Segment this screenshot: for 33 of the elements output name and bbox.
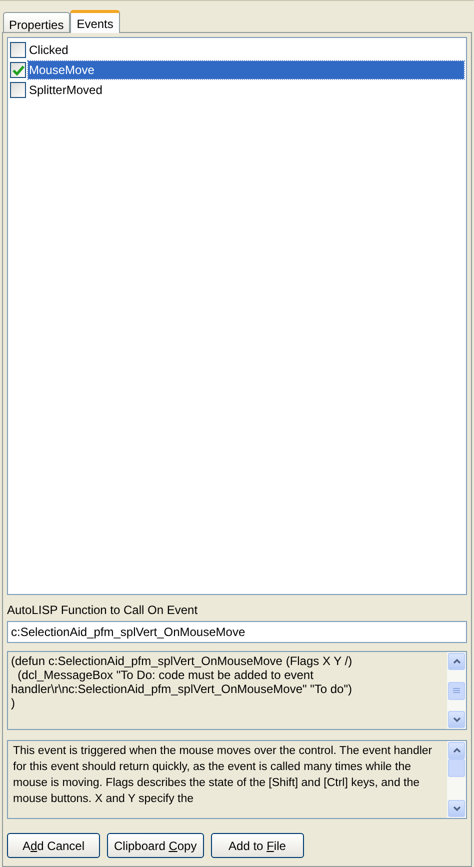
action-button[interactable]: Clipboard Copy bbox=[107, 833, 204, 858]
event-label: Clicked bbox=[28, 42, 70, 59]
scroll-down-button[interactable] bbox=[448, 711, 465, 728]
scroll-thumb[interactable] bbox=[448, 759, 465, 777]
checkbox[interactable] bbox=[10, 82, 26, 98]
code-line: (defun c:SelectionAid_pfm_splVert_OnMouseMove (Flags X Y /) bbox=[11, 654, 354, 668]
scroll-up-button[interactable] bbox=[448, 742, 465, 759]
scroll-up-button[interactable] bbox=[448, 653, 465, 670]
chevron-down-icon bbox=[452, 717, 460, 722]
tab[interactable]: Properties bbox=[3, 12, 70, 32]
chevron-up-icon bbox=[452, 659, 460, 664]
scrollbar[interactable] bbox=[447, 741, 466, 818]
check-icon bbox=[12, 64, 24, 76]
code-box[interactable]: (defun c:SelectionAid_pfm_splVert_OnMouseMove (Flags X Y /) (dcl_MessageBox "To Do: code must be added to event handler\r\nc:SelectionAid_pfm_splVert_OnMouseMove" "To do") ) bbox=[7, 651, 467, 730]
grip-icon bbox=[453, 688, 460, 694]
scrollbar[interactable] bbox=[447, 652, 466, 729]
event-label: SplitterMoved bbox=[28, 82, 104, 99]
checkbox[interactable] bbox=[10, 42, 26, 58]
action-button[interactable]: Add Cancel bbox=[7, 833, 100, 858]
function-field[interactable]: c:SelectionAid_pfm_splVert_OnMouseMove bbox=[7, 621, 467, 643]
event-item[interactable]: Clicked bbox=[10, 40, 464, 60]
chevron-up-icon bbox=[452, 748, 460, 753]
scroll-thumb[interactable] bbox=[448, 682, 465, 700]
code-line: (dcl_MessageBox "To Do: code must be added to event handler\r\nc:SelectionAid_pfm_splVert_OnMouseMove" "To do") bbox=[11, 668, 353, 696]
chevron-down-icon bbox=[452, 806, 460, 811]
tab[interactable]: Events bbox=[70, 10, 120, 33]
description-text: This event is triggered when the mouse moves over the control. The event handler for this event should return quickly, as the event is called many times while the mouse is moving. Flags describes the state of the [Shift] and [Ctrl] keys, and the mouse buttons. X and Y specify the bbox=[12, 744, 434, 807]
scroll-down-button[interactable] bbox=[448, 800, 465, 817]
code-line: ) bbox=[11, 696, 16, 710]
function-label: AutoLISP Function to Call On Event bbox=[7, 603, 199, 617]
action-button[interactable]: Add to File bbox=[210, 833, 304, 858]
event-item[interactable]: SplitterMoved bbox=[10, 80, 464, 100]
checkbox[interactable] bbox=[10, 62, 26, 78]
